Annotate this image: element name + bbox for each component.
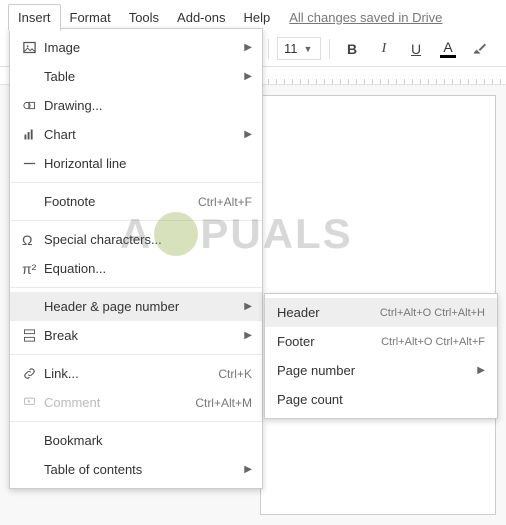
menu-item-label: Table of contents [44,462,236,477]
chevron-right-icon: ▶ [244,71,252,82]
menu-item-label: Image [44,40,236,55]
menu-addons[interactable]: Add-ons [168,5,234,30]
menu-item-label: Header & page number [44,299,236,314]
submenu-item-shortcut: Ctrl+Alt+O Ctrl+Alt+F [381,336,485,348]
menu-item-chart[interactable]: Chart ▶ [10,120,262,149]
menu-separator [10,421,262,422]
break-icon [22,328,44,343]
menu-item-label: Drawing... [44,98,252,113]
menu-item-link[interactable]: Link... Ctrl+K [10,359,262,388]
submenu-item-label: Page count [277,392,485,407]
omega-icon: Ω [22,232,44,248]
menu-item-shortcut: Ctrl+Alt+M [195,396,252,410]
highlight-icon [472,41,488,57]
chevron-right-icon: ▶ [244,301,252,312]
submenu-item-page-number[interactable]: Page number ▶ [265,356,497,385]
menu-separator [10,287,262,288]
pi-icon: π² [22,261,44,277]
submenu-item-label: Header [277,305,380,320]
menu-separator [10,182,262,183]
menu-item-horizontal-line[interactable]: Horizontal line [10,149,262,178]
drawing-icon [22,98,44,113]
menubar: Insert Format Tools Add-ons Help All cha… [0,0,506,31]
menu-item-table[interactable]: Table ▶ [10,62,262,91]
submenu-item-header[interactable]: Header Ctrl+Alt+O Ctrl+Alt+H [265,298,497,327]
menu-help[interactable]: Help [234,5,279,30]
menu-item-label: Comment [44,395,185,410]
menu-item-bookmark[interactable]: Bookmark [10,426,262,455]
menu-separator [10,220,262,221]
font-size-value: 11 [284,41,298,56]
comment-icon [22,395,44,410]
menu-item-footnote[interactable]: Footnote Ctrl+Alt+F [10,187,262,216]
menu-item-break[interactable]: Break ▶ [10,321,262,350]
menu-item-shortcut: Ctrl+Alt+F [198,195,252,209]
menu-item-image[interactable]: Image ▶ [10,33,262,62]
submenu-item-footer[interactable]: Footer Ctrl+Alt+O Ctrl+Alt+F [265,327,497,356]
menu-item-label: Table [44,69,236,84]
menu-item-label: Equation... [44,261,252,276]
highlight-button[interactable] [466,36,494,62]
menu-item-header-page-number[interactable]: Header & page number ▶ [10,292,262,321]
saved-status[interactable]: All changes saved in Drive [289,10,442,25]
chevron-right-icon: ▶ [244,464,252,475]
italic-button[interactable]: I [370,36,398,62]
image-icon [22,40,44,55]
hr-icon [22,156,44,171]
menu-separator [10,354,262,355]
menu-format[interactable]: Format [61,5,120,30]
insert-dropdown: Image ▶ Table ▶ Drawing... Chart ▶ Horiz… [9,28,263,489]
menu-item-label: Break [44,328,236,343]
color-bar [440,55,456,58]
submenu-item-shortcut: Ctrl+Alt+O Ctrl+Alt+H [380,307,485,319]
chevron-down-icon: ▼ [304,44,313,54]
menu-item-comment: Comment Ctrl+Alt+M [10,388,262,417]
menu-item-label: Link... [44,366,208,381]
bold-button[interactable]: B [338,36,366,62]
header-page-number-submenu: Header Ctrl+Alt+O Ctrl+Alt+H Footer Ctrl… [264,293,498,419]
menu-item-table-of-contents[interactable]: Table of contents ▶ [10,455,262,484]
menu-item-drawing[interactable]: Drawing... [10,91,262,120]
menu-item-label: Bookmark [44,433,252,448]
submenu-item-label: Page number [277,363,469,378]
link-icon [22,366,44,381]
chevron-right-icon: ▶ [244,129,252,140]
chevron-right-icon: ▶ [244,330,252,341]
menu-item-shortcut: Ctrl+K [218,367,252,381]
menu-insert[interactable]: Insert [8,4,61,31]
chart-icon [22,127,44,142]
menu-item-label: Special characters... [44,232,252,247]
font-size-selector[interactable]: 11 ▼ [277,37,321,60]
text-color-button[interactable]: A [434,39,462,58]
underline-button[interactable]: U [402,36,430,62]
menu-item-label: Footnote [44,194,188,209]
menu-item-special-characters[interactable]: Ω Special characters... [10,225,262,254]
chevron-right-icon: ▶ [244,42,252,53]
menu-item-label: Chart [44,127,236,142]
menu-item-equation[interactable]: π² Equation... [10,254,262,283]
menu-tools[interactable]: Tools [120,5,168,30]
submenu-item-label: Footer [277,334,381,349]
submenu-item-page-count[interactable]: Page count [265,385,497,414]
chevron-right-icon: ▶ [477,365,485,376]
menu-item-label: Horizontal line [44,156,252,171]
